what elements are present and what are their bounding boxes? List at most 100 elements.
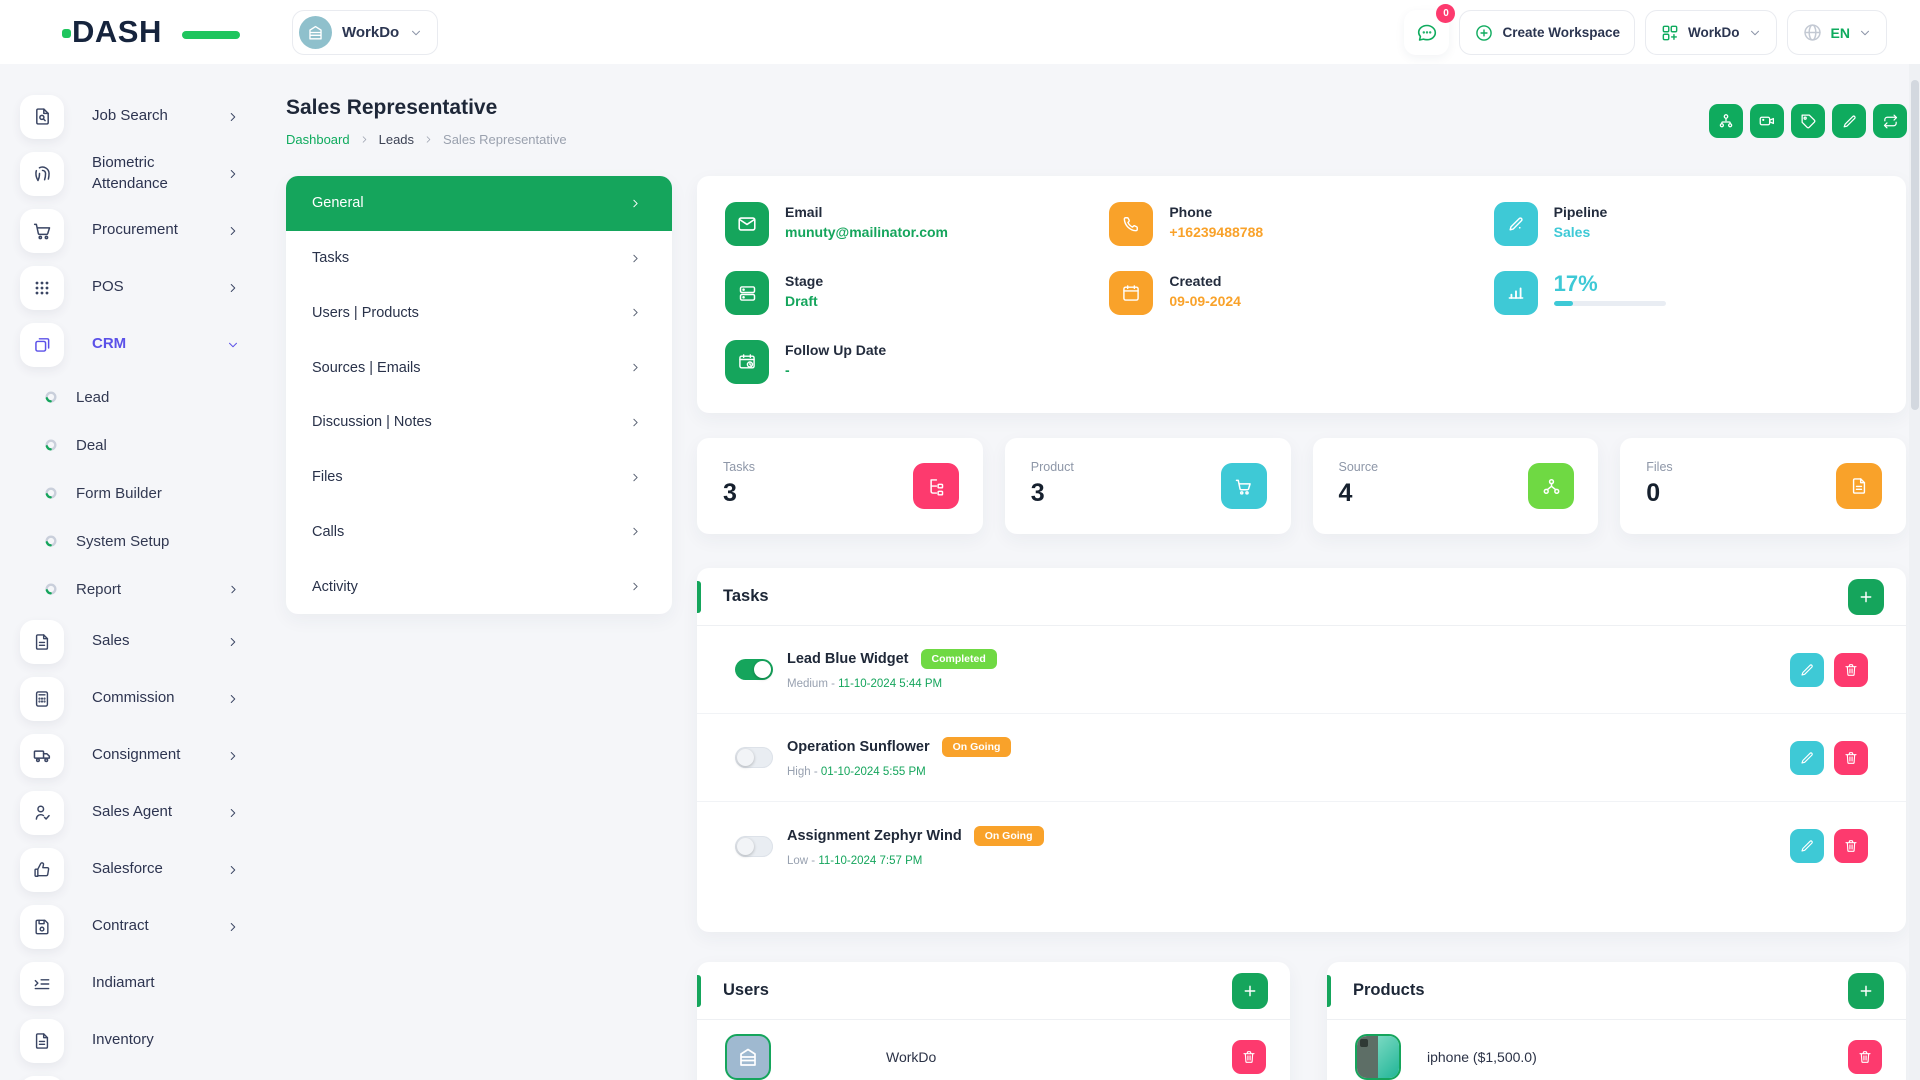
- crm-icon: [20, 323, 64, 367]
- lead-menu-discussion-notes[interactable]: Discussion | Notes: [286, 395, 672, 450]
- sidebar-item-contract[interactable]: Contract: [20, 898, 270, 955]
- lead-menu-tasks[interactable]: Tasks: [286, 231, 672, 286]
- product-image: [1355, 1034, 1401, 1080]
- task-toggle[interactable]: [735, 747, 773, 768]
- add-user-button[interactable]: [1232, 973, 1268, 1009]
- language-label: EN: [1831, 25, 1850, 41]
- chevron-right-icon: [629, 252, 642, 265]
- delete-task-button[interactable]: [1834, 653, 1868, 687]
- sidebar-item-commission[interactable]: Commission: [20, 670, 270, 727]
- workspace-selector[interactable]: WorkDo: [292, 10, 438, 55]
- create-workspace-button[interactable]: Create Workspace: [1459, 10, 1635, 55]
- delete-task-button[interactable]: [1834, 829, 1868, 863]
- page-scrollbar[interactable]: [1909, 64, 1920, 1080]
- user-name: WorkDo: [886, 1049, 1232, 1065]
- phone-image-right: [1378, 1036, 1399, 1078]
- lead-menu-general[interactable]: General: [286, 176, 672, 231]
- task-meta: Medium - 11-10-2024 5:44 PM: [787, 678, 1790, 690]
- sidebar: Job Search Biometric Attendance Procurem…: [0, 64, 270, 1080]
- edit-task-button[interactable]: [1790, 653, 1824, 687]
- sidebar-item-salesforce[interactable]: Salesforce: [20, 841, 270, 898]
- refresh-button[interactable]: [1873, 104, 1907, 138]
- menu-item-label: Activity: [312, 579, 358, 595]
- sidebar-item-pos[interactable]: POS: [20, 259, 270, 316]
- lead-info-card: Email munuty@mailinator.com Phone +16239…: [697, 176, 1906, 413]
- lead-menu-users-products[interactable]: Users | Products: [286, 286, 672, 341]
- sidebar-subitem-system-setup[interactable]: System Setup: [20, 517, 270, 565]
- account-menu-button[interactable]: WorkDo: [1645, 10, 1777, 55]
- task-toggle[interactable]: [735, 836, 773, 857]
- video-camera-icon: [1758, 112, 1776, 130]
- sidebar-subitem-label: Report: [76, 581, 121, 598]
- trash-icon: [1843, 838, 1859, 854]
- sidebar-item-more[interactable]: [20, 1069, 270, 1080]
- sidebar-item-indiamart[interactable]: Indiamart: [20, 955, 270, 1012]
- add-task-button[interactable]: [1848, 579, 1884, 615]
- edit-task-button[interactable]: [1790, 829, 1824, 863]
- chevron-right-icon: [226, 167, 240, 181]
- lead-menu-files[interactable]: Files: [286, 450, 672, 505]
- sidebar-item-consignment[interactable]: Consignment: [20, 727, 270, 784]
- task-row: Lead Blue Widget Completed Medium - 11-1…: [697, 626, 1906, 714]
- pencil-icon: [1841, 113, 1858, 130]
- sidebar-subitem-report[interactable]: Report: [20, 565, 270, 613]
- meeting-button[interactable]: [1750, 104, 1784, 138]
- language-selector[interactable]: EN: [1787, 10, 1887, 55]
- sidebar-item-label: Sales Agent: [92, 802, 220, 822]
- sidebar-item-job-search[interactable]: Job Search: [20, 88, 270, 145]
- add-product-button[interactable]: [1848, 973, 1884, 1009]
- sidebar-item-biometric-attendance[interactable]: Biometric Attendance: [20, 145, 270, 202]
- sidebar-item-label: Commission: [92, 688, 220, 708]
- task-main: Operation Sunflower On Going High - 01-1…: [787, 737, 1790, 778]
- sidebar-subitem-form-builder[interactable]: Form Builder: [20, 469, 270, 517]
- sidebar-item-sales[interactable]: Sales: [20, 613, 270, 670]
- labels-button[interactable]: [1791, 104, 1825, 138]
- edit-task-button[interactable]: [1790, 741, 1824, 775]
- info-value-stage: Draft: [785, 293, 823, 309]
- sidebar-item-procurement[interactable]: Procurement: [20, 202, 270, 259]
- stat-card-source: Source 4: [1313, 438, 1599, 534]
- chevron-down-icon: [226, 338, 240, 352]
- delete-product-button[interactable]: [1848, 1040, 1882, 1074]
- convert-to-deal-button[interactable]: [1709, 104, 1743, 138]
- user-avatar building-icon: [725, 1034, 771, 1080]
- sidebar-item-label: Consignment: [92, 745, 220, 765]
- app-logo[interactable]: DASH: [72, 14, 212, 50]
- repeat-icon: [1882, 113, 1899, 130]
- chevron-right-icon: [629, 361, 642, 374]
- task-meta: Low - 11-10-2024 7:57 PM: [787, 855, 1790, 867]
- sidebar-item-inventory[interactable]: Inventory: [20, 1012, 270, 1069]
- task-actions: [1790, 653, 1868, 687]
- info-stage: Stage Draft: [725, 271, 1109, 340]
- chevron-right-icon: [226, 863, 240, 877]
- sidebar-subitem-deal[interactable]: Deal: [20, 421, 270, 469]
- breadcrumb-dashboard-link[interactable]: Dashboard: [286, 132, 350, 147]
- file-icon: [1836, 463, 1882, 509]
- page-title: Sales Representative: [286, 96, 497, 120]
- edit-lead-button[interactable]: [1832, 104, 1866, 138]
- delete-task-button[interactable]: [1834, 741, 1868, 775]
- pencil-icon: [1799, 838, 1815, 854]
- donut-icon: [44, 438, 58, 452]
- lead-menu-calls[interactable]: Calls: [286, 505, 672, 560]
- progress-percent: 17%: [1554, 273, 1666, 295]
- sidebar-subitem-lead[interactable]: Lead: [20, 373, 270, 421]
- delete-user-button[interactable]: [1232, 1040, 1266, 1074]
- menu-item-label: Users | Products: [312, 305, 419, 321]
- chevron-right-icon: [226, 281, 240, 295]
- messages-button[interactable]: 0: [1404, 10, 1449, 55]
- lead-menu-activity[interactable]: Activity: [286, 559, 672, 614]
- breadcrumb-leads-link[interactable]: Leads: [379, 132, 414, 147]
- sidebar-item-crm[interactable]: CRM: [20, 316, 270, 373]
- sidebar-item-sales-agent[interactable]: Sales Agent: [20, 784, 270, 841]
- section-accent: [697, 581, 701, 613]
- users-card: Users WorkDo: [697, 962, 1290, 1080]
- calendar-clock-icon: [725, 340, 769, 384]
- task-toggle[interactable]: [735, 659, 773, 680]
- plus-icon: [1858, 983, 1874, 999]
- page-action-buttons: [1709, 104, 1907, 138]
- scrollbar-thumb[interactable]: [1911, 80, 1919, 410]
- chevron-right-icon: [226, 635, 240, 649]
- menu-item-label: General: [312, 195, 364, 211]
- lead-menu-sources-emails[interactable]: Sources | Emails: [286, 340, 672, 395]
